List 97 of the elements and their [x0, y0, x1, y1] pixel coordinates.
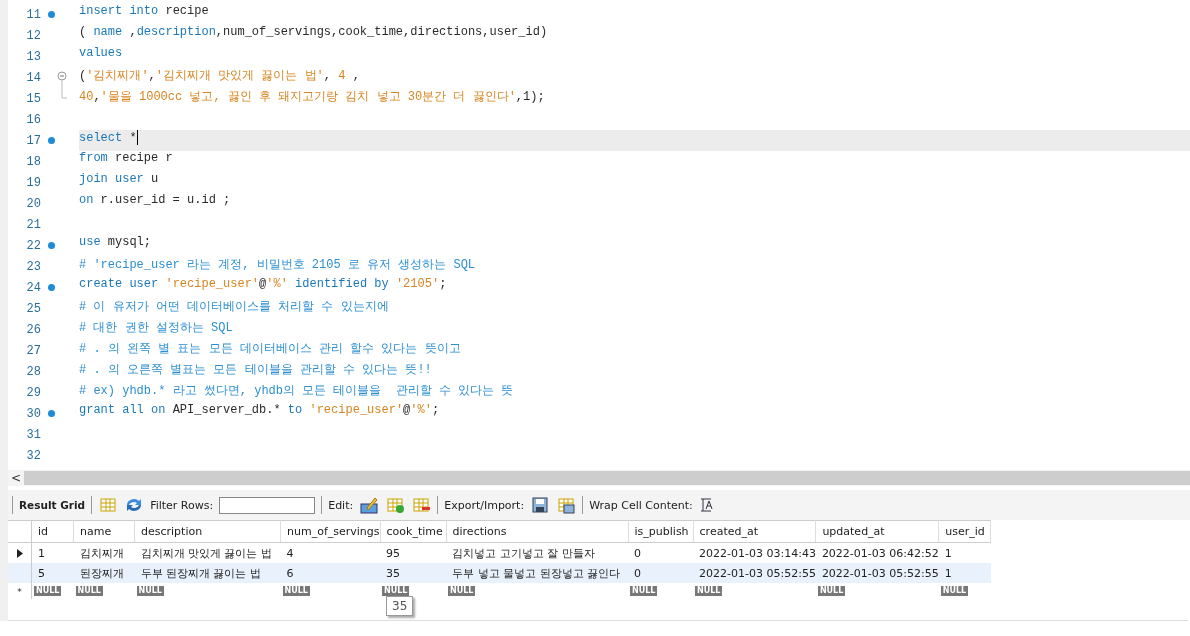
filter-field[interactable] — [219, 496, 316, 514]
table-cell: 5 — [38, 566, 45, 580]
column-header[interactable]: num_of_servings — [280, 520, 381, 543]
table-cell: 1 — [944, 566, 952, 580]
null-badge: NULL — [817, 586, 846, 596]
column-header[interactable]: updated_at — [815, 520, 939, 543]
null-badge: NULL — [34, 586, 62, 596]
line-number: 15 — [25, 91, 41, 106]
fold-collapse-icon[interactable] — [57, 71, 67, 88]
code-line: ( name ,description,num_of_servings,cook_time,directions,user_id) — [79, 25, 548, 39]
null-badge: NULL — [630, 586, 658, 596]
table-cell: 김치찌개 — [79, 546, 124, 560]
code-line: # 'recipe_user 라는 계정, 비밀번호 2105 로 유저 생성하는 SQL — [79, 258, 476, 272]
save-icon[interactable] — [530, 496, 551, 514]
table-cell: 2022-01-03 05:52:55 — [821, 566, 939, 580]
code-line: join user u — [79, 172, 159, 186]
table-cell: 0 — [634, 566, 642, 580]
scroll-left-button[interactable]: < — [8, 471, 24, 485]
line-number: 32 — [25, 448, 41, 463]
code-line: # ex) yhdb.* 라고 썼다면, yhdb의 모든 테이블을 관리할 수 있다는 뜻 — [79, 384, 514, 398]
line-number: 24 — [25, 280, 41, 295]
table-cell: 2022-01-03 06:42:52 — [821, 546, 939, 560]
column-header[interactable]: cook_time — [380, 520, 447, 543]
line-number: 29 — [25, 385, 41, 400]
line-number: 22 — [25, 238, 41, 253]
horizontal-scrollbar[interactable] — [24, 471, 1190, 485]
code-line: # . 의 오른쪽 별표는 모든 테이블을 관리할 수 있다는 뜻!! — [79, 363, 432, 377]
line-number: 26 — [25, 322, 41, 337]
column-header[interactable]: name — [73, 520, 135, 543]
table-cell: 35 — [386, 566, 401, 580]
line-number: 27 — [25, 343, 41, 358]
column-header[interactable]: id — [31, 520, 74, 543]
filter-label: Filter Rows: — [150, 498, 214, 512]
code-line: on r.user_id = u.id ; — [79, 193, 231, 207]
table-cell: 두부 넣고 물넣고 된장넣고 끓인다 — [452, 566, 621, 580]
null-badge: NULL — [940, 586, 969, 596]
column-header[interactable]: is_publish — [628, 520, 694, 543]
edit-label: Edit: — [328, 498, 354, 512]
table-cell: 된장찌개 — [79, 566, 124, 580]
line-number: 30 — [25, 406, 41, 421]
table-cell: 6 — [286, 566, 294, 580]
line-number: 31 — [25, 427, 41, 442]
line-number: 12 — [25, 28, 41, 43]
code-line: values — [79, 46, 123, 60]
table-cell: 2022-01-03 03:14:43 — [699, 546, 816, 560]
code-line: use mysql; — [79, 235, 152, 249]
code-line: 40,'물을 1000cc 넣고, 끓인 후 돼지고기랑 김치 넣고 30분간 더 끓인다',1); — [79, 90, 545, 104]
new-row-marker: * — [17, 586, 22, 597]
column-header[interactable]: description — [134, 520, 281, 543]
table-cell: 김치찌개 맛있게 끓이는 법 — [140, 546, 272, 560]
line-number: 18 — [25, 154, 41, 169]
null-badge: NULL — [382, 586, 410, 596]
table-cell: 95 — [386, 546, 401, 560]
line-number: 19 — [25, 175, 41, 190]
line-number: 13 — [25, 49, 41, 64]
export-import-label: Export/Import: — [444, 498, 525, 512]
line-number: 20 — [25, 196, 41, 211]
table-cell: 2022-01-03 05:52:55 — [699, 566, 816, 580]
wrap-cell-label: Wrap Cell Content: — [589, 498, 693, 512]
code-line: # 대한 권한 설정하는 SQL — [79, 321, 233, 335]
table-cell: 김치넣고 고기넣고 잘 만들자 — [452, 546, 595, 560]
add-row-icon[interactable] — [385, 496, 406, 514]
code-line: # 이 유저가 어떤 데이터베이스를 처리할 수 있는지에 — [79, 300, 389, 314]
code-line: select * — [79, 130, 137, 145]
table-cell: 1 — [38, 546, 45, 560]
delete-row-icon[interactable] — [411, 496, 432, 514]
column-header[interactable]: user_id — [938, 520, 991, 543]
line-number: 28 — [25, 364, 41, 379]
table-cell: 0 — [634, 546, 642, 560]
code-line: insert into recipe — [79, 4, 209, 18]
null-badge: NULL — [282, 586, 310, 596]
wrap-text-icon[interactable] — [698, 497, 713, 513]
table-cell: 4 — [286, 546, 294, 560]
code-line: grant all on API_server_db.* to 'recipe_user'@'%'; — [79, 403, 440, 417]
line-number: 17 — [25, 133, 41, 148]
null-badge: NULL — [695, 586, 723, 596]
result-grid-tab[interactable]: Result Grid — [19, 499, 86, 511]
code-line: # . 의 왼쪽 별 표는 모든 데이터베이스 관리 할수 있다는 뜻이고 — [79, 342, 461, 356]
import-icon[interactable] — [556, 496, 577, 514]
null-badge: NULL — [136, 586, 164, 596]
line-number: 21 — [25, 217, 41, 232]
null-badge: NULL — [75, 586, 103, 596]
code-line: ('김치찌개','김치찌개 맛있게 끓이는 법', 4 , — [79, 69, 360, 83]
column-header[interactable]: created_at — [693, 520, 816, 543]
null-badge: NULL — [448, 586, 476, 596]
pencil-icon[interactable] — [359, 496, 380, 514]
column-header[interactable]: directions — [446, 520, 629, 543]
line-number: 23 — [25, 259, 41, 274]
code-line: from recipe r — [79, 151, 173, 165]
line-number: 16 — [25, 112, 41, 127]
line-number: 11 — [25, 7, 41, 22]
line-number: 25 — [25, 301, 41, 316]
table-cell: 1 — [944, 546, 952, 560]
line-number: 14 — [25, 70, 41, 85]
table-cell: 두부 된장찌개 끓이는 법 — [140, 566, 261, 580]
tooltip: 35 — [386, 596, 414, 616]
code-line: create user 'recipe_user'@'%' identified by '2105'; — [79, 277, 447, 291]
